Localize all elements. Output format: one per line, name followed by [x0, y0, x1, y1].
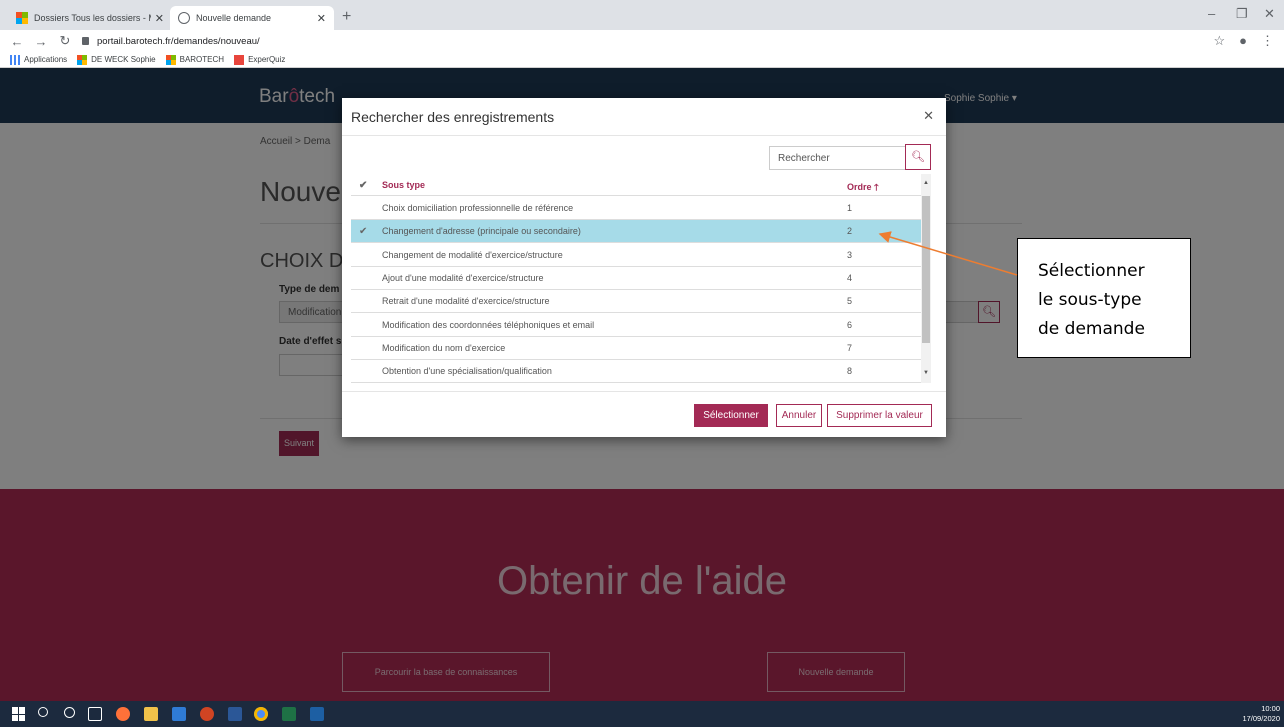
cell-ordre: 7: [847, 342, 853, 353]
word-icon[interactable]: [228, 707, 242, 721]
cell-ordre: 5: [847, 296, 853, 307]
table-row[interactable]: Changement de modalité d'exercice/struct…: [351, 244, 921, 267]
bookmark-de-weck[interactable]: DE WECK Sophie: [77, 54, 156, 65]
firefox-icon[interactable]: [116, 707, 130, 721]
reload-icon[interactable]: ↻: [58, 33, 72, 49]
close-tab-icon[interactable]: ✕: [317, 12, 326, 25]
cell-sous-type: Changement de modalité d'exercice/struct…: [382, 249, 563, 260]
windows-start-icon[interactable]: [12, 707, 26, 721]
bookmark-applications[interactable]: Applications: [10, 54, 68, 65]
back-icon[interactable]: ←: [10, 34, 24, 49]
app-icon[interactable]: [310, 707, 324, 721]
scroll-down-icon[interactable]: ▼: [921, 370, 931, 376]
search-button[interactable]: 🔍︎: [905, 144, 931, 170]
table-row[interactable]: Choix domiciliation professionnelle de r…: [351, 197, 921, 220]
experquiz-icon: [234, 54, 245, 65]
cell-sous-type: Choix domiciliation professionnelle de r…: [382, 203, 574, 213]
callout-line: Sélectionner: [1038, 261, 1145, 281]
bookmark-label: DE WECK Sophie: [91, 55, 156, 64]
forward-icon[interactable]: →: [34, 34, 48, 49]
cell-sous-type: Modification du nom d'exercice: [382, 342, 506, 353]
cell-sous-type: Ajout d'une modalité d'exercice/structur…: [382, 272, 544, 283]
cortana-icon[interactable]: [64, 707, 75, 718]
cell-ordre: 3: [847, 249, 853, 260]
close-icon[interactable]: ✕: [923, 108, 934, 124]
bookmark-label: ExperQuiz: [248, 55, 286, 64]
records-grid: ✔ Sous type Ordre 🡑 Choix domiciliation …: [351, 174, 931, 383]
bookmarks-bar: Applications DE WECK Sophie BAROTECH Exp…: [0, 52, 1284, 68]
tab-title: Dossiers Tous les dossiers - Micr: [34, 13, 151, 23]
new-tab-button[interactable]: +: [342, 8, 351, 26]
chrome-icon[interactable]: [254, 707, 268, 721]
file-explorer-icon[interactable]: [144, 707, 158, 721]
cell-ordre: 2: [847, 226, 853, 237]
cell-sous-type: Modification des coordonnées téléphoniqu…: [382, 319, 595, 330]
cell-ordre: 6: [847, 319, 853, 330]
callout-line: de demande: [1038, 319, 1145, 339]
callout-line: le sous-type: [1038, 290, 1142, 310]
clock[interactable]: 10:00 17/09/2020: [1242, 704, 1280, 724]
bookmark-barotech[interactable]: BAROTECH: [165, 54, 225, 65]
lock-icon: [82, 37, 89, 45]
cell-sous-type: Obtention d'une spécialisation/qualifica…: [382, 366, 552, 377]
bookmark-label: BAROTECH: [179, 55, 225, 64]
table-row[interactable]: ✔ Changement d'adresse (principale ou sec…: [351, 220, 921, 244]
close-window-button[interactable]: ✕: [1264, 6, 1275, 22]
browser-tab-bar: Dossiers Tous les dossiers - Micr ✕ Nouv…: [0, 0, 1284, 30]
profile-icon[interactable]: ●: [1239, 33, 1247, 49]
cell-sous-type: Changement d'adresse (principale ou seco…: [382, 226, 581, 237]
url-field[interactable]: portail.barotech.fr/demandes/nouveau/: [82, 33, 1202, 49]
row-check-icon[interactable]: ✔: [359, 226, 371, 237]
instruction-callout: Sélectionner le sous-type de demande: [1017, 238, 1191, 358]
cancel-button[interactable]: Annuler: [776, 404, 822, 427]
url-text: portail.barotech.fr/demandes/nouveau/: [97, 35, 260, 47]
tab-nouvelle-demande[interactable]: Nouvelle demande ✕: [170, 6, 334, 30]
address-bar: ← → ↻ portail.barotech.fr/demandes/nouve…: [0, 30, 1284, 52]
search-input[interactable]: Rechercher: [769, 146, 907, 170]
tab-title: Nouvelle demande: [196, 13, 272, 23]
microsoft-icon: [77, 54, 88, 65]
table-row[interactable]: Ajout d'une modalité d'exercice/structur…: [351, 267, 921, 290]
cell-ordre: 1: [847, 203, 853, 213]
clear-value-button[interactable]: Supprimer la valeur: [827, 404, 932, 427]
scrollbar-thumb[interactable]: [922, 196, 930, 343]
cell-ordre: 8: [847, 366, 853, 377]
select-button[interactable]: Sélectionner: [694, 404, 768, 427]
table-row[interactable]: Retrait d'une modalité d'exercice/struct…: [351, 290, 921, 314]
modal-title: Rechercher des enregistrements: [351, 109, 555, 125]
modal-footer: Sélectionner Annuler Supprimer la valeur: [342, 391, 946, 437]
excel-icon[interactable]: [282, 707, 296, 721]
search-records-modal: Rechercher des enregistrements ✕ Recherc…: [342, 98, 946, 437]
grid-header: ✔ Sous type Ordre 🡑: [351, 174, 921, 196]
table-row[interactable]: Modification du nom d'exercice 7: [351, 337, 921, 360]
powerpoint-icon[interactable]: [200, 707, 214, 721]
select-all-check-icon[interactable]: ✔: [359, 180, 371, 191]
globe-icon: [178, 12, 190, 24]
task-view-icon[interactable]: [88, 707, 102, 721]
close-tab-icon[interactable]: ✕: [155, 12, 164, 25]
modal-header: Rechercher des enregistrements ✕: [342, 98, 946, 136]
star-icon[interactable]: ☆: [1213, 33, 1225, 49]
minimize-button[interactable]: –: [1208, 6, 1215, 21]
bookmark-experquiz[interactable]: ExperQuiz: [234, 54, 286, 65]
cell-sous-type: Retrait d'une modalité d'exercice/struct…: [382, 296, 550, 307]
column-sous-type[interactable]: Sous type: [382, 180, 425, 190]
tab-dossiers[interactable]: Dossiers Tous les dossiers - Micr ✕: [8, 6, 172, 30]
clock-date: 17/09/2020: [1242, 714, 1280, 723]
microsoft-icon: [16, 12, 28, 24]
apps-grid-icon: [10, 54, 20, 65]
clock-time: 10:00: [1261, 704, 1280, 713]
microsoft-icon: [165, 54, 176, 65]
scroll-up-icon[interactable]: ▲: [921, 180, 931, 186]
menu-icon[interactable]: ⋮: [1261, 33, 1274, 49]
search-icon[interactable]: [38, 707, 48, 717]
table-row[interactable]: Modification des coordonnées téléphoniqu…: [351, 314, 921, 337]
outlook-icon[interactable]: [172, 707, 186, 721]
table-row[interactable]: Obtention d'une spécialisation/qualifica…: [351, 360, 921, 383]
bookmark-label: Applications: [24, 55, 68, 64]
column-ordre[interactable]: Ordre 🡑: [847, 180, 879, 196]
windows-taskbar: 10:00 17/09/2020: [0, 701, 1284, 727]
maximize-button[interactable]: ❐: [1236, 6, 1248, 22]
cell-ordre: 4: [847, 272, 853, 283]
